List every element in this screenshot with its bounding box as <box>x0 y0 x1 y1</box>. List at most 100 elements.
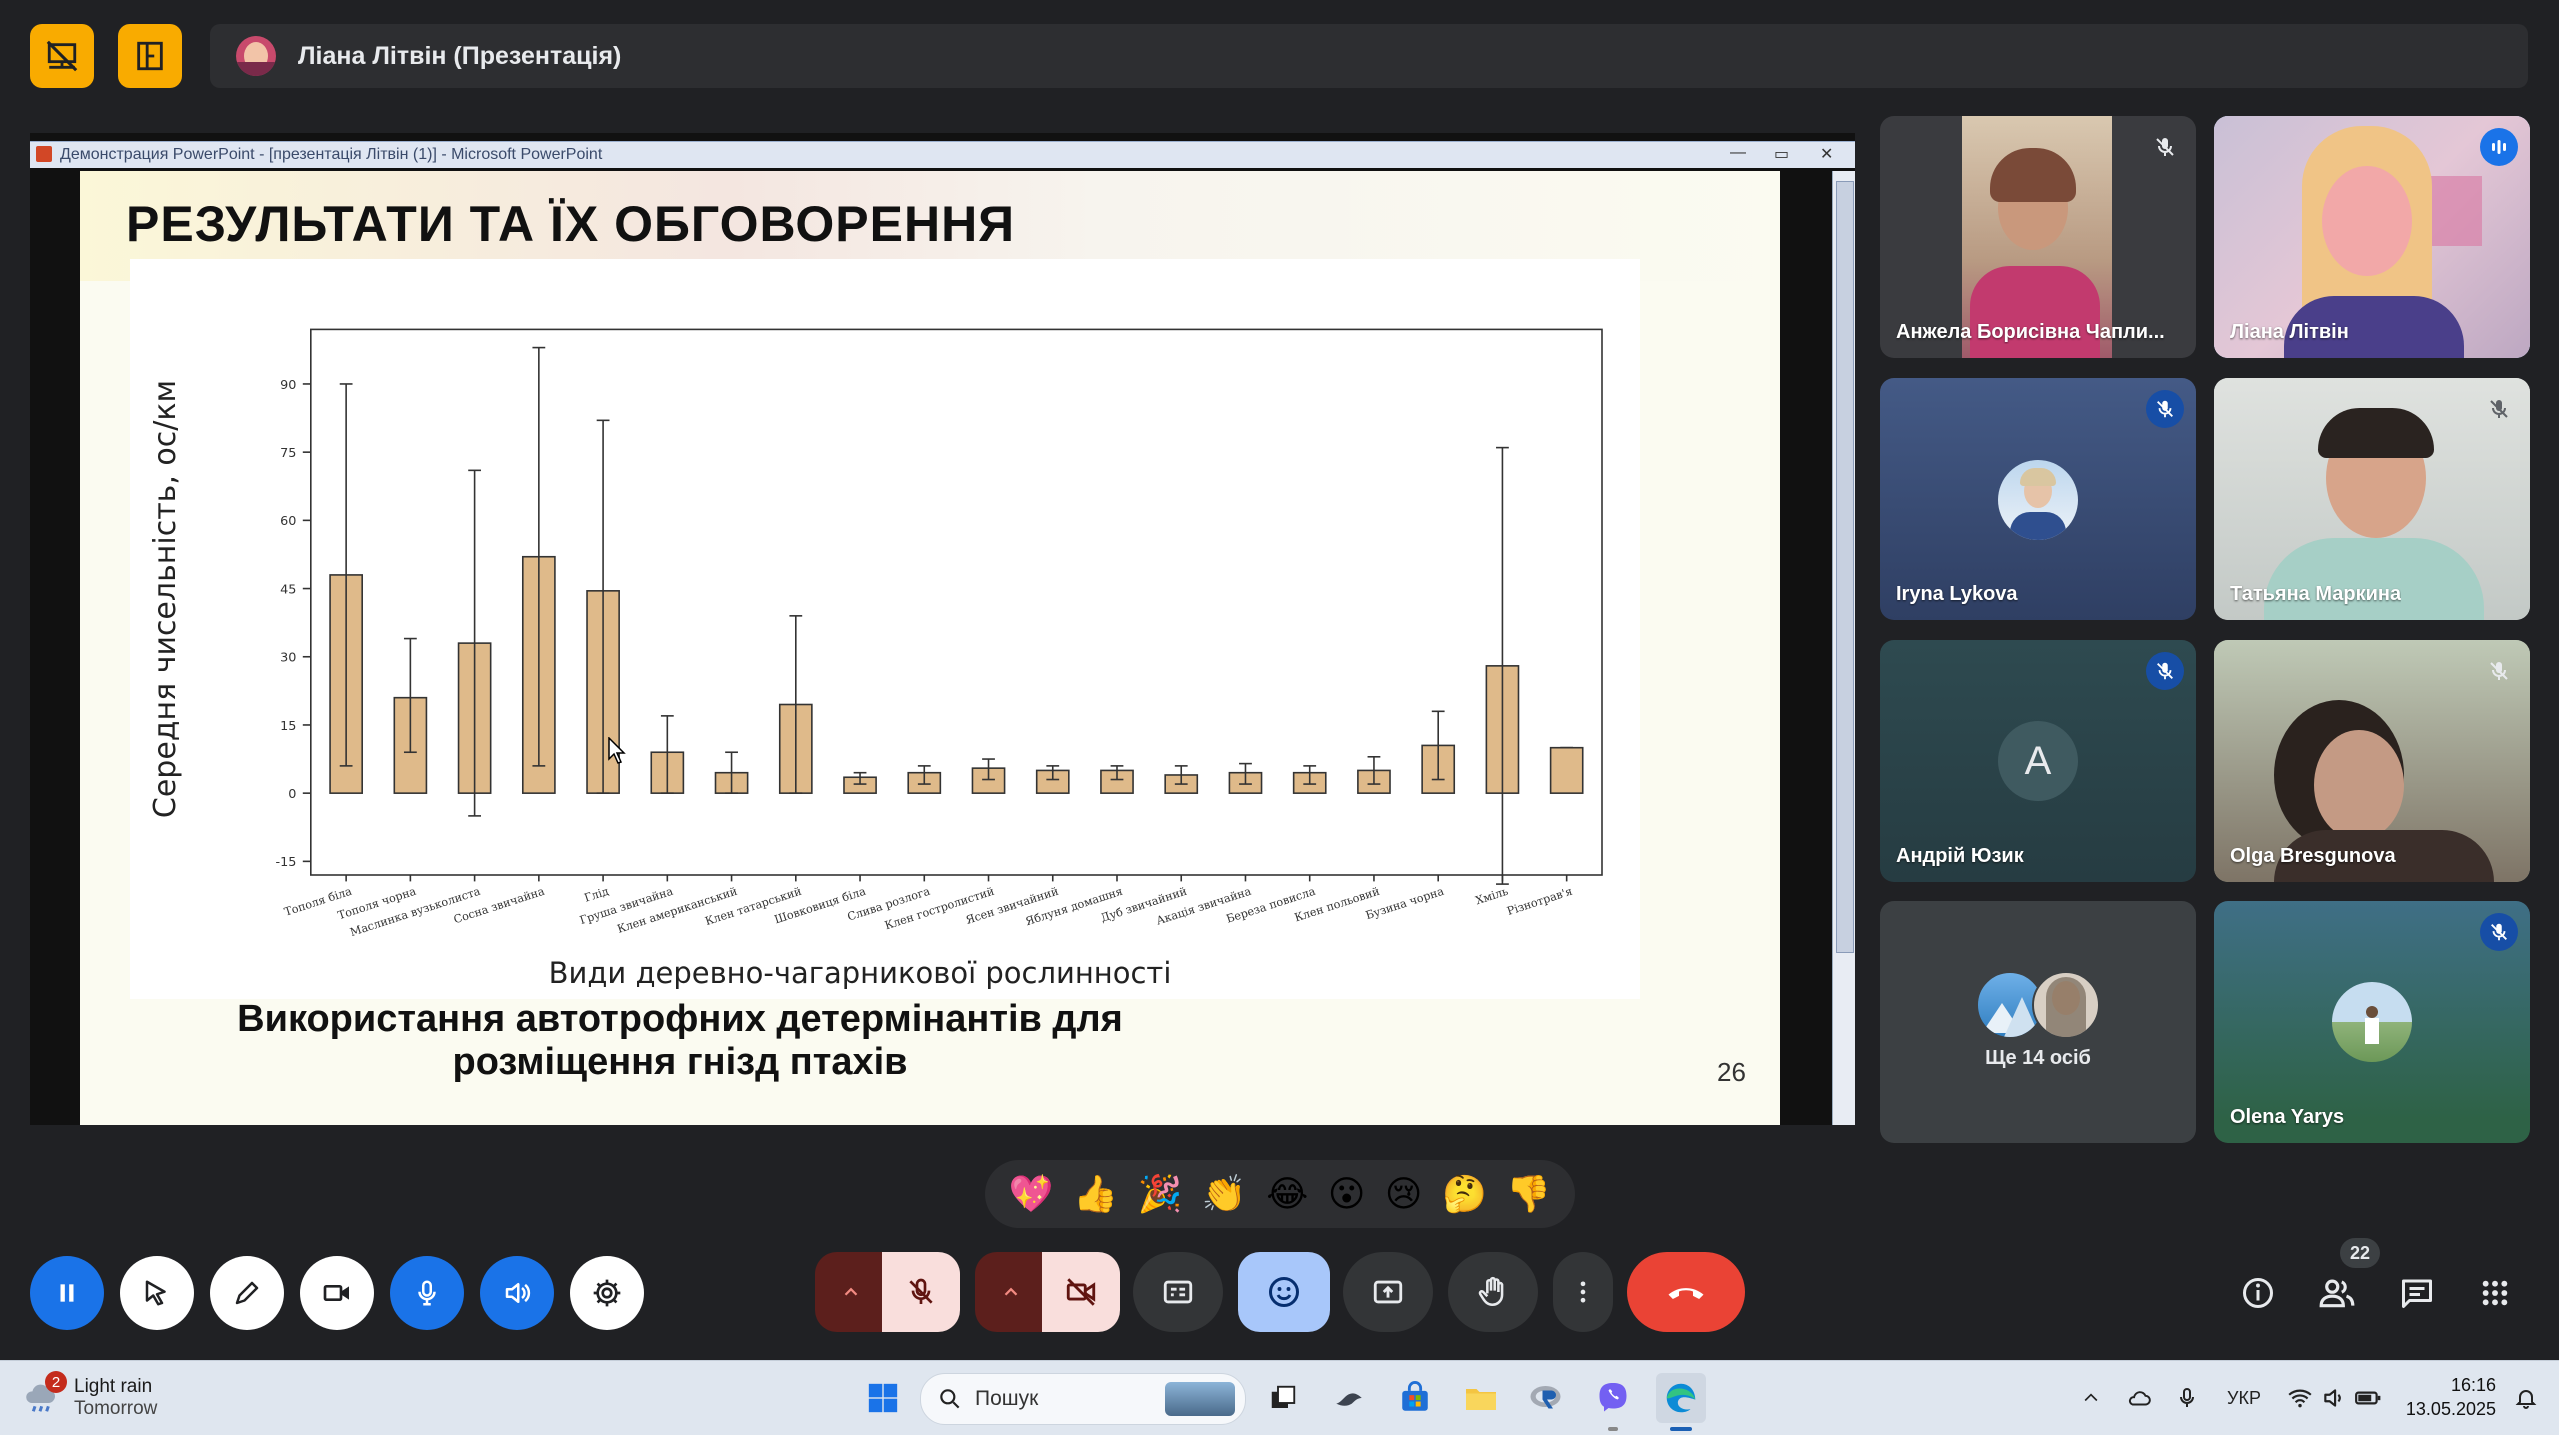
participant-tile[interactable]: Анжела Борисівна Чапли... <box>1880 116 2196 358</box>
activities-button[interactable] <box>2474 1272 2516 1314</box>
edge-browser-icon <box>1666 1383 1696 1413</box>
bell-icon <box>2515 1390 2537 1409</box>
captions-button[interactable] <box>1133 1252 1223 1332</box>
more-options-button[interactable] <box>1553 1252 1613 1332</box>
pointer-tool-button[interactable] <box>120 1256 194 1330</box>
volume-icon <box>2324 1389 2341 1407</box>
y-tick-label: -15 <box>275 855 296 870</box>
microphone-icon <box>2180 1388 2194 1407</box>
participant-tile[interactable]: Olga Bresgunova <box>2214 640 2530 882</box>
search-icon <box>940 1389 960 1409</box>
start-button[interactable] <box>860 1375 906 1421</box>
active-app-indicator <box>1670 1427 1692 1431</box>
y-tick-label: 0 <box>288 787 296 802</box>
clock-time: 16:16 <box>2450 1375 2496 1395</box>
search-highlight-image <box>1165 1382 1235 1416</box>
participant-name: Ліана Літвін <box>2230 321 2349 343</box>
taskbar: Light rain Tomorrow 2 Пошук УКР 16:16 13… <box>0 1360 2559 1435</box>
raise-hand-button[interactable] <box>1448 1252 1538 1332</box>
reaction-sparkling-heart[interactable]: 💖 <box>1009 1176 1054 1212</box>
video-options-button[interactable] <box>975 1252 1047 1332</box>
clock[interactable]: 16:16 13.05.2025 <box>2400 1373 2496 1421</box>
reaction-party[interactable]: 🎉 <box>1137 1176 1182 1212</box>
taskbar-app-bird[interactable] <box>1326 1375 1372 1421</box>
toggle-camera-button[interactable] <box>1042 1252 1120 1332</box>
more-participants-tile[interactable]: Ще 14 осіб <box>1880 901 2196 1143</box>
participant-tile[interactable]: A Андрій Юзик <box>1880 640 2196 882</box>
reaction-thumbs-down[interactable]: 👎 <box>1506 1176 1551 1212</box>
reactions-bar: 💖 👍 🎉 👏 😂 😮 😢 🤔 👎 <box>985 1160 1575 1228</box>
volume-tray[interactable] <box>2318 1381 2350 1415</box>
taskbar-app-r[interactable] <box>1524 1375 1570 1421</box>
mic-off-icon <box>2146 390 2184 428</box>
weather-sub: Tomorrow <box>74 1398 158 1419</box>
participant-name: Olga Bresgunova <box>2230 845 2396 867</box>
wifi-icon <box>2288 1389 2312 1408</box>
bar-chart: -150153045607590Тополя білаТополя чорнаМ… <box>130 259 1640 999</box>
reaction-clap[interactable]: 👏 <box>1202 1176 1247 1212</box>
leave-call-button[interactable] <box>1627 1252 1745 1332</box>
meeting-details-button[interactable] <box>2237 1272 2279 1314</box>
task-view-button[interactable] <box>1260 1375 1306 1421</box>
participant-name: Татьяна Маркина <box>2230 583 2402 605</box>
taskbar-app-store[interactable] <box>1392 1375 1438 1421</box>
language-indicator[interactable]: УКР <box>2218 1381 2270 1415</box>
reaction-thumbs-up[interactable]: 👍 <box>1073 1176 1118 1212</box>
toggle-microphone-button[interactable] <box>882 1252 960 1332</box>
people-button[interactable] <box>2316 1272 2358 1314</box>
more-people-label: Ще 14 осіб <box>1985 1047 2091 1069</box>
wifi-tray[interactable] <box>2284 1381 2316 1415</box>
notifications-tray[interactable] <box>2510 1381 2542 1415</box>
reaction-thinking[interactable]: 🤔 <box>1442 1176 1487 1212</box>
reaction-laugh[interactable]: 😂 <box>1266 1176 1308 1212</box>
end-call-icon <box>1668 1288 1704 1299</box>
y-tick-label: 60 <box>280 514 296 529</box>
chevron-up-icon <box>844 1287 858 1296</box>
participant-tile[interactable]: Татьяна Маркина <box>2214 378 2530 620</box>
reaction-sad[interactable]: 😢 <box>1385 1176 1423 1212</box>
microphone-button[interactable] <box>390 1256 464 1330</box>
onedrive-tray[interactable] <box>2122 1381 2156 1415</box>
close-window-icon[interactable]: ✕ <box>1820 144 1833 164</box>
bird-app-icon <box>1336 1393 1362 1406</box>
present-now-button[interactable] <box>1343 1252 1433 1332</box>
chat-icon <box>2402 1279 2432 1308</box>
microphone-tray[interactable] <box>2170 1381 2204 1415</box>
y-tick-label: 45 <box>280 582 296 597</box>
y-tick-label: 15 <box>280 719 296 734</box>
battery-tray[interactable] <box>2352 1381 2384 1415</box>
speaking-indicator-icon <box>2480 128 2518 166</box>
taskbar-app-viber[interactable] <box>1590 1375 1636 1421</box>
reaction-surprised[interactable]: 😮 <box>1328 1176 1366 1212</box>
pause-button[interactable] <box>30 1256 104 1330</box>
taskbar-app-edge[interactable] <box>1656 1373 1706 1423</box>
audio-options-button[interactable] <box>815 1252 887 1332</box>
camera-tool-button[interactable] <box>300 1256 374 1330</box>
participant-name: Iryna Lykova <box>1896 583 2018 605</box>
hide-presentation-button[interactable] <box>30 24 94 88</box>
pen-icon <box>235 1281 259 1305</box>
participant-tile[interactable]: Olena Yarys <box>2214 901 2530 1143</box>
pin-presentation-button[interactable] <box>118 24 182 88</box>
chat-button[interactable] <box>2396 1272 2438 1314</box>
taskbar-search[interactable]: Пошук <box>920 1373 1246 1425</box>
participant-tile-active[interactable]: Ліана Літвін <box>2214 116 2530 358</box>
scrollbar-thumb[interactable] <box>1836 181 1854 953</box>
settings-button[interactable] <box>570 1256 644 1330</box>
send-reaction-button[interactable] <box>1238 1252 1330 1332</box>
mouse-cursor-icon <box>608 737 626 764</box>
pen-tool-button[interactable] <box>210 1256 284 1330</box>
weather-badge: 2 <box>45 1371 67 1393</box>
slide-scrollbar[interactable] <box>1832 171 1855 1125</box>
shared-screen: Демонстрация PowerPoint - [презентація Л… <box>30 133 1855 1125</box>
maximize-icon[interactable]: ▭ <box>1774 144 1789 164</box>
participant-initial: A <box>2024 738 2052 783</box>
minimize-icon[interactable]: — <box>1730 144 1746 162</box>
taskbar-app-explorer[interactable] <box>1458 1375 1504 1421</box>
chevron-up-icon <box>2084 1393 2098 1402</box>
participant-tile[interactable]: Iryna Lykova <box>1880 378 2196 620</box>
show-hidden-icons-button[interactable] <box>2076 1381 2106 1415</box>
folder-icon <box>1466 1389 1496 1410</box>
speaker-button[interactable] <box>480 1256 554 1330</box>
viber-icon <box>1599 1383 1627 1412</box>
